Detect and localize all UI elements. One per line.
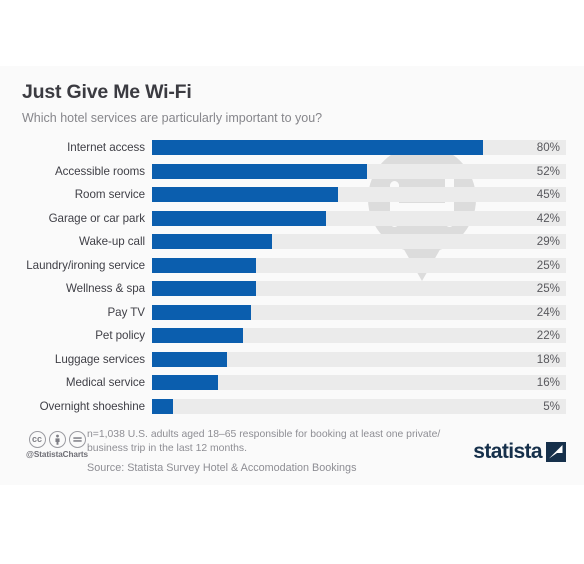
bar-track: 45% [152, 187, 566, 203]
table-row: Accessible rooms 52% [0, 160, 584, 184]
bar-fill [152, 304, 252, 320]
footnotes: n=1,038 U.S. adults aged 18–65 responsib… [87, 428, 459, 475]
bar-fill [152, 187, 339, 203]
bar-track: 18% [152, 351, 566, 367]
cc-nd-equals-icon [68, 431, 86, 448]
bar-category-label: Wellness & spa [66, 282, 145, 296]
bar-value-label: 16% [536, 376, 560, 390]
bar-fill [152, 140, 484, 156]
bar-track: 25% [152, 281, 566, 297]
table-row: Room service 45% [0, 183, 584, 207]
bar-value-label: 25% [536, 258, 560, 272]
infographic-page: Just Give Me Wi-Fi Which hotel services … [0, 0, 584, 564]
bar-track: 42% [152, 210, 566, 226]
statista-arrow-icon [546, 441, 566, 462]
bar-category-label: Internet access [67, 141, 145, 155]
statista-logo: statista [473, 441, 566, 462]
bar-category-label: Wake-up call [79, 235, 145, 249]
table-row: Luggage services 18% [0, 348, 584, 372]
source-note: Source: Statista Survey Hotel & Accomoda… [87, 462, 357, 474]
bar-fill [152, 210, 326, 226]
table-row: Pet policy 22% [0, 324, 584, 348]
bar-fill [152, 398, 173, 414]
bar-value-label: 18% [536, 352, 560, 366]
bar-track: 29% [152, 234, 566, 250]
page-title: Just Give Me Wi-Fi [22, 81, 192, 103]
table-row: Medical service 16% [0, 371, 584, 395]
bar-value-label: 42% [536, 211, 560, 225]
table-row: Laundry/ironing service 25% [0, 254, 584, 278]
cc-icon: cc [28, 431, 46, 448]
bar-fill [152, 351, 227, 367]
bar-track: 52% [152, 163, 566, 179]
bar-fill [152, 234, 273, 250]
bar-track: 24% [152, 304, 566, 320]
bar-fill [152, 163, 368, 179]
table-row: Garage or car park 42% [0, 207, 584, 231]
bar-chart: Internet access 80% Accessible rooms 52%… [0, 136, 584, 424]
bar-fill [152, 281, 256, 297]
chart-card: Just Give Me Wi-Fi Which hotel services … [0, 66, 584, 485]
bar-track: 5% [152, 398, 566, 414]
table-row: Internet access 80% [0, 136, 584, 160]
cc-by-person-icon [48, 431, 66, 448]
bar-value-label: 5% [543, 399, 560, 413]
bar-value-label: 29% [536, 235, 560, 249]
statista-handle: @StatistaCharts [26, 450, 88, 459]
bar-value-label: 22% [536, 329, 560, 343]
chart-footer: cc @StatistaCharts n=1,038 U.S. adults a… [0, 423, 584, 485]
bar-category-label: Pay TV [107, 305, 145, 319]
sample-note: n=1,038 U.S. adults aged 18–65 responsib… [87, 429, 441, 454]
bar-fill [152, 375, 219, 391]
bar-category-label: Accessible rooms [54, 164, 145, 178]
chart-header: Just Give Me Wi-Fi Which hotel services … [22, 80, 564, 126]
bar-category-label: Overnight shoeshine [39, 399, 145, 413]
bar-value-label: 45% [536, 188, 560, 202]
bar-fill [152, 257, 256, 273]
bar-value-label: 25% [536, 282, 560, 296]
bar-category-label: Laundry/ironing service [26, 258, 145, 272]
bar-category-label: Garage or car park [48, 211, 145, 225]
bar-track: 22% [152, 328, 566, 344]
chart-rows: Internet access 80% Accessible rooms 52%… [0, 136, 584, 418]
bar-category-label: Pet policy [95, 329, 145, 343]
bar-track: 16% [152, 375, 566, 391]
bar-value-label: 52% [536, 164, 560, 178]
bar-value-label: 80% [536, 141, 560, 155]
page-subtitle: Which hotel services are particularly im… [22, 111, 323, 125]
bar-category-label: Luggage services [54, 352, 145, 366]
creative-commons-block: cc @StatistaCharts [18, 431, 96, 459]
bar-track: 80% [152, 140, 566, 156]
table-row: Wake-up call 29% [0, 230, 584, 254]
table-row: Pay TV 24% [0, 301, 584, 325]
statista-wordmark: statista [473, 440, 542, 463]
bar-value-label: 24% [536, 305, 560, 319]
table-row: Overnight shoeshine 5% [0, 395, 584, 419]
creative-commons-icons: cc [18, 431, 96, 448]
bar-fill [152, 328, 244, 344]
bar-category-label: Room service [74, 188, 145, 202]
bar-category-label: Medical service [65, 376, 145, 390]
table-row: Wellness & spa 25% [0, 277, 584, 301]
bar-track: 25% [152, 257, 566, 273]
